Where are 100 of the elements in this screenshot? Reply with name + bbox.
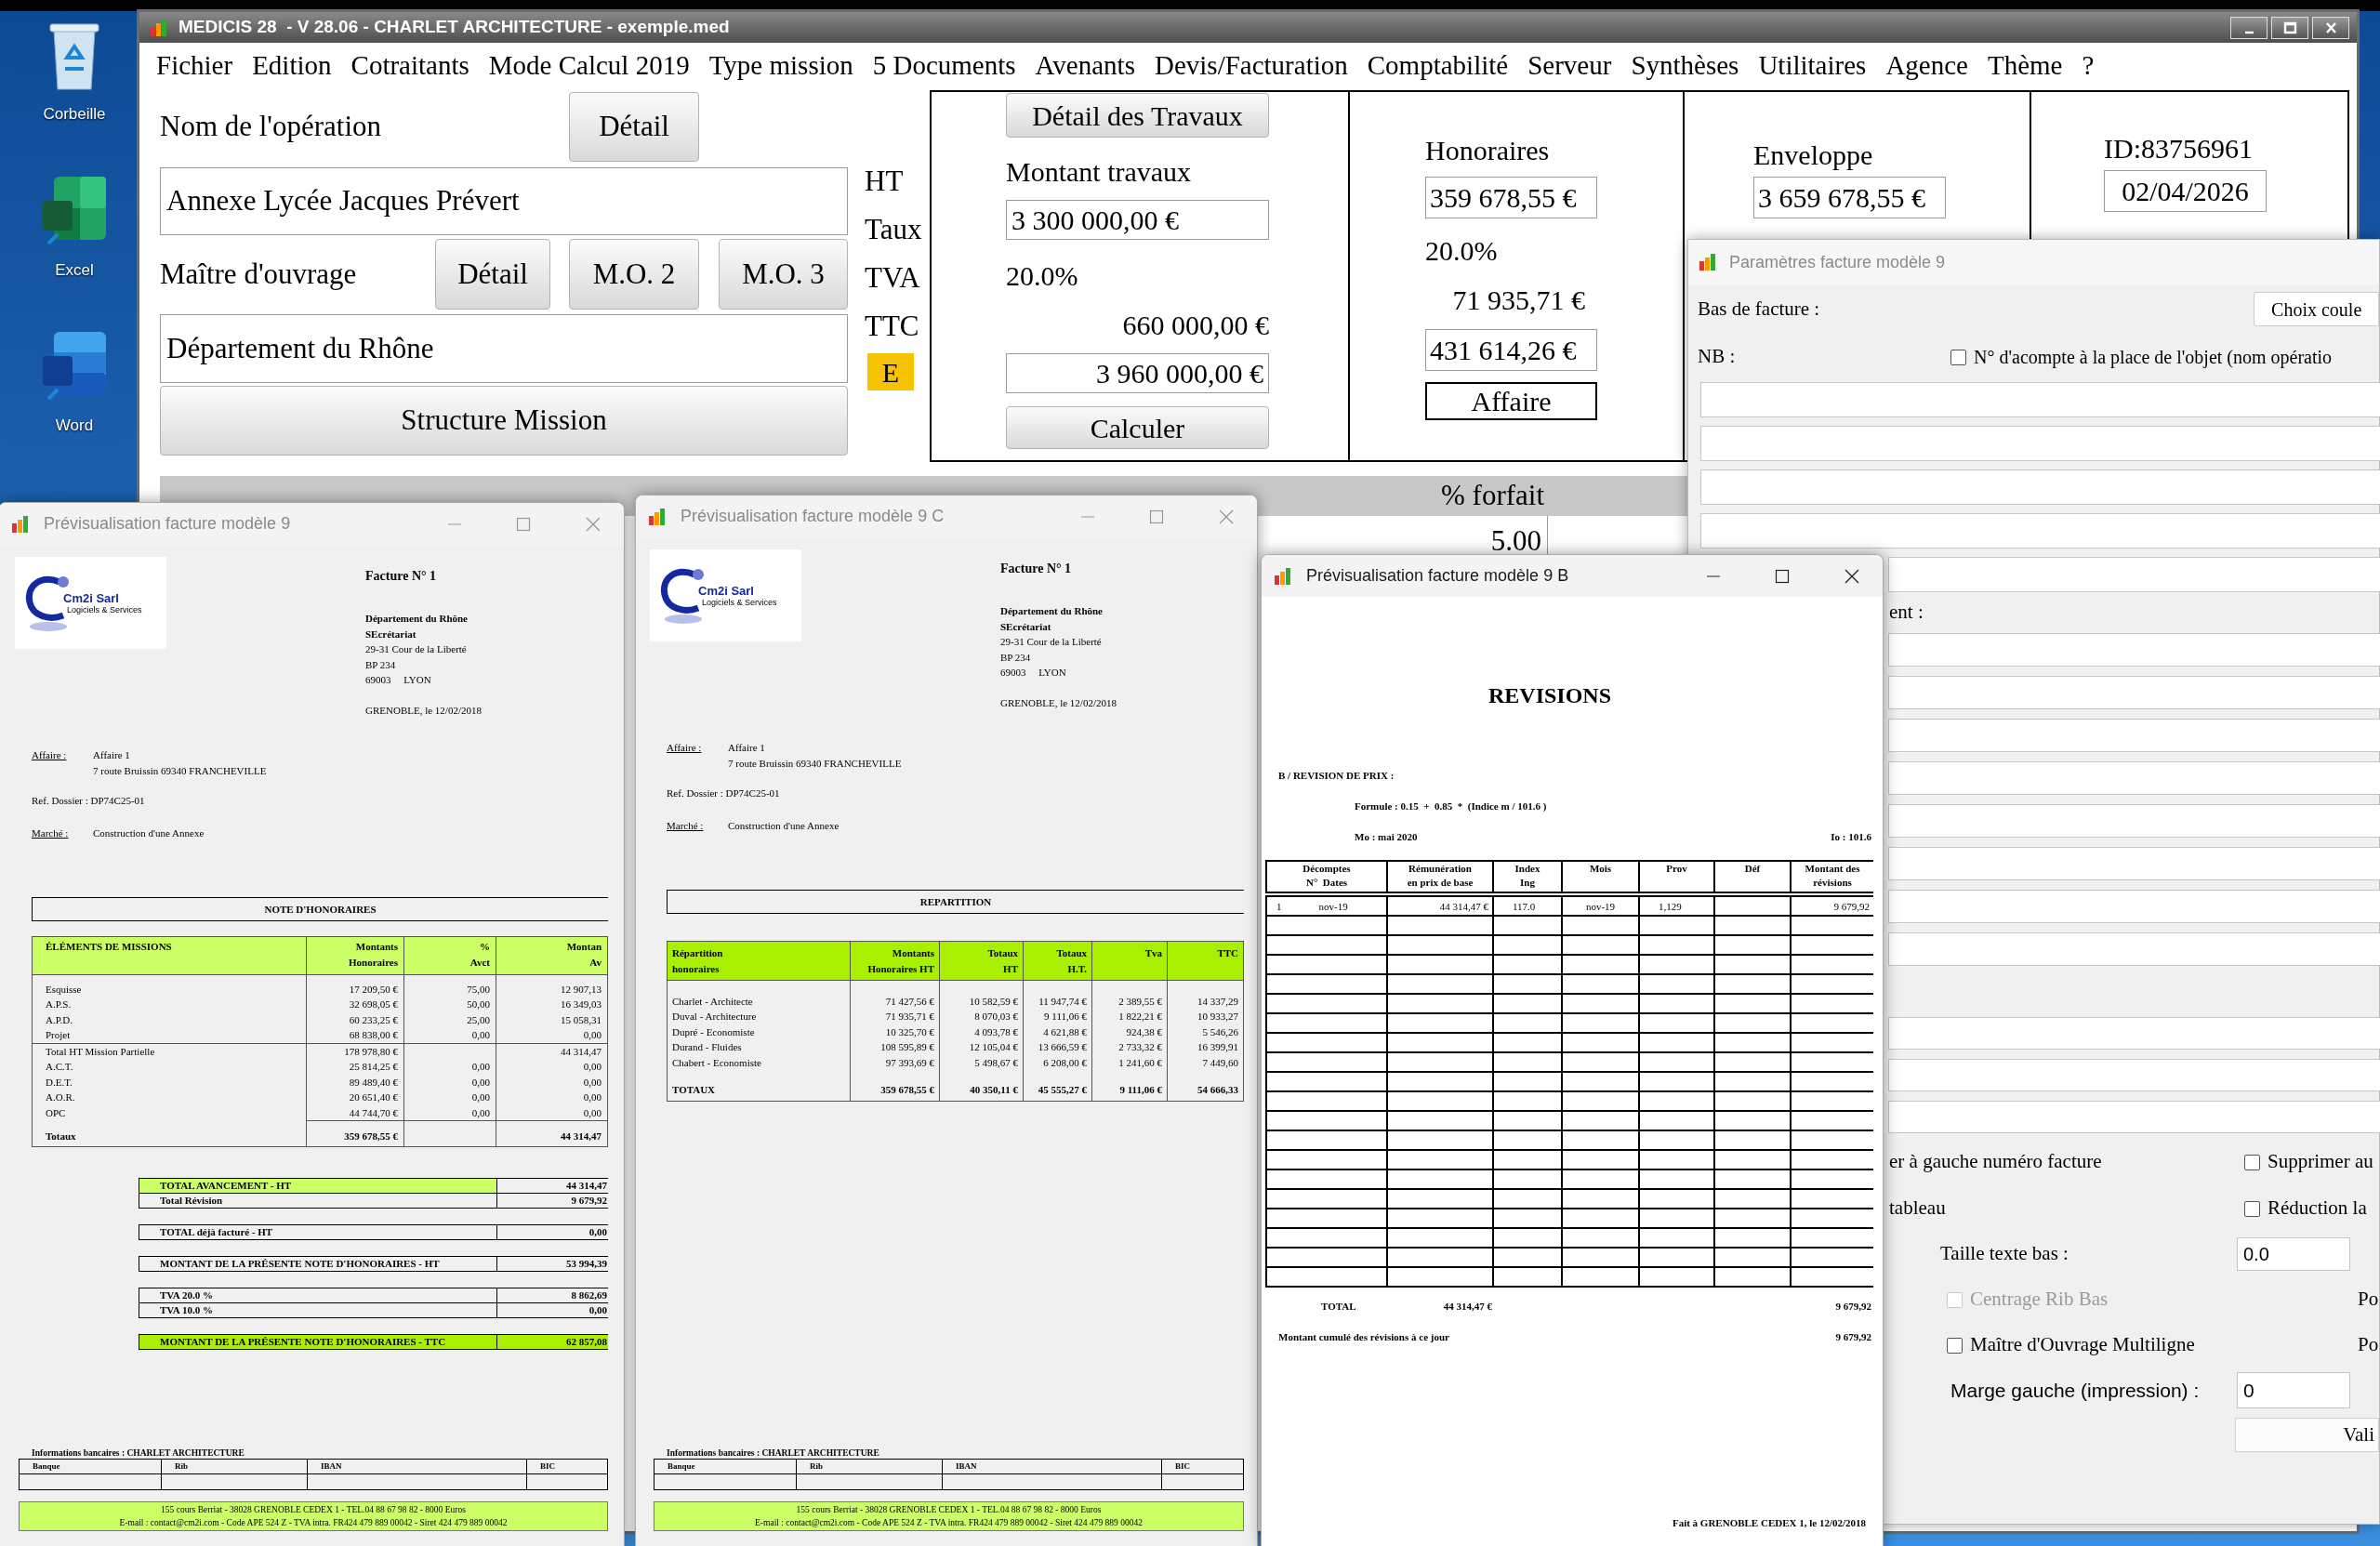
text-field[interactable] [1888, 676, 2380, 709]
table-cell: 54 666,33 [1167, 1070, 1244, 1101]
text-field[interactable]: Département du Rhône [160, 314, 848, 383]
text-field[interactable] [1700, 426, 2380, 461]
owner-button[interactable]: M.O. 3 [719, 239, 848, 310]
table-cell: 44 314,47 [496, 1043, 608, 1059]
table-cell: 4 093,78 € [939, 1024, 1024, 1039]
calculate-button[interactable]: Calculer [1006, 406, 1269, 449]
section-title: REPARTITION [667, 890, 1244, 914]
menu-item[interactable]: Type mission [708, 46, 853, 86]
summary-value: 8 862,69 [497, 1288, 608, 1303]
logo-tagline: Logiciels & Services [702, 597, 777, 608]
text-field[interactable] [1700, 469, 2380, 505]
amount-field[interactable]: 431 614,26 € [1425, 329, 1597, 371]
text-field[interactable] [1700, 513, 2380, 548]
menu-item[interactable]: Utilitaires [1758, 46, 1867, 86]
icon-label[interactable]: Corbeille [43, 102, 106, 126]
rate-text: 20.0% [1425, 234, 1499, 263]
text-field[interactable] [1700, 382, 2380, 417]
checkbox[interactable] [2244, 1200, 2260, 1217]
summary-value: 44 314,47 [497, 1179, 608, 1194]
close-button[interactable] [2312, 16, 2349, 39]
column-header: IBAN [943, 1460, 1162, 1474]
menu-item[interactable]: Agence [1885, 46, 1968, 86]
text-field[interactable]: Annexe Lycée Jacques Prévert [160, 167, 848, 235]
menu-item[interactable]: Serveur [1527, 46, 1612, 86]
column-header: Montant des révisions [1791, 861, 1873, 892]
structure-button[interactable]: Structure Mission [160, 386, 848, 456]
menu-item[interactable]: Thème [1987, 46, 2063, 86]
works-detail-button[interactable]: Détail des Travaux [1006, 93, 1269, 138]
summary-value: 53 994,39 [497, 1257, 608, 1272]
table-cell: 8 070,03 € [939, 1009, 1024, 1024]
validate-button[interactable]: Vali [2235, 1418, 2379, 1452]
checkbox[interactable] [2244, 1154, 2260, 1170]
text-field[interactable] [1888, 847, 2380, 880]
table-cell: 12 105,04 € [939, 1039, 1024, 1055]
text-field[interactable] [1888, 633, 2380, 667]
input-field[interactable]: 0 [2237, 1372, 2350, 1408]
total-value: 9 679,92 [1834, 1300, 1871, 1314]
close-icon[interactable] [1844, 567, 1860, 585]
field-value: 7 route Bruissin 69340 FRANCHEVILLE [728, 756, 903, 771]
maximize-button[interactable] [2271, 16, 2308, 39]
amount-field[interactable]: 3 659 678,55 € [1753, 177, 1946, 218]
column-header: Banque [20, 1460, 162, 1474]
menu-item[interactable]: Avenants [1035, 46, 1135, 86]
amount-field[interactable]: 359 678,55 € [1425, 177, 1597, 218]
summary-value: 0,00 [497, 1303, 608, 1318]
text-field[interactable] [1888, 557, 2380, 592]
address-line: 69003 LYON [1000, 666, 1067, 680]
checkbox[interactable] [1947, 1337, 1963, 1354]
affaire-button[interactable]: Affaire [1425, 382, 1597, 420]
recycle-bin-icon[interactable] [46, 20, 102, 93]
text-field[interactable] [1888, 804, 2380, 838]
text-field[interactable] [1888, 932, 2380, 966]
menu-item[interactable]: Edition [252, 46, 332, 86]
field-value: Construction d'une Annexe [728, 818, 840, 833]
table-cell: 60 233,25 € [306, 1011, 404, 1027]
menu-item[interactable]: ? [2082, 46, 2095, 86]
app-icon [149, 17, 169, 38]
app-icon [1273, 565, 1293, 587]
footer-line: 155 cours Berriat - 38028 GRENOBLE CEDEX 1 - TEL.04 88 67 98 82 - 8000 Euros [161, 1504, 466, 1516]
table-cell: 0,00 [403, 1104, 496, 1121]
color-button[interactable]: Choix coule [2254, 292, 2379, 326]
date-field[interactable]: 02/04/2026 [2104, 170, 2267, 212]
table-cell: 50,00 [403, 997, 496, 1012]
maximize-icon[interactable] [1775, 568, 1790, 584]
text-field[interactable] [1888, 1101, 2380, 1133]
menu-item[interactable]: Fichier [156, 46, 233, 86]
text-field[interactable] [1888, 1059, 2380, 1091]
table-cell: 68 838,00 € [306, 1027, 404, 1043]
table-cell: A.O.R. [32, 1090, 307, 1105]
tax-label: HT [865, 163, 905, 199]
text-field[interactable] [1888, 719, 2380, 752]
detail-button[interactable]: Détail [569, 91, 699, 162]
table-cell: Total HT Mission Partielle [32, 1043, 307, 1059]
text-field[interactable] [1888, 1017, 2380, 1050]
checkbox[interactable] [1950, 349, 1966, 365]
menu-item[interactable]: Cotraitants [350, 46, 469, 86]
icon-label[interactable]: Word [55, 414, 94, 438]
option-label: Centrage Rib Bas [1970, 1287, 2109, 1313]
menu-item[interactable]: Mode Calcul 2019 [488, 46, 690, 86]
amount-field[interactable]: 3 300 000,00 € [1006, 200, 1269, 240]
table-cell: 2 389,55 € [1091, 993, 1168, 1009]
maximize-icon[interactable] [2281, 20, 2298, 35]
summary-label: TVA 10.0 % [139, 1303, 497, 1318]
amount-field[interactable]: 3 960 000,00 € [1006, 353, 1269, 393]
text-field[interactable] [1888, 890, 2380, 923]
menu-item[interactable]: Devis/Facturation [1154, 46, 1348, 86]
menu-item[interactable]: Synthèses [1631, 46, 1739, 86]
menu-item[interactable]: Comptabilité [1367, 46, 1509, 86]
input-field[interactable]: 0.0 [2237, 1237, 2350, 1271]
base-month-text: Mo : mai 2020 [1355, 830, 1418, 844]
owner-button[interactable]: Détail [435, 239, 550, 310]
table-cell: 20 651,40 € [306, 1090, 404, 1105]
table-cell: 7 449,60 [1167, 1054, 1244, 1070]
minimize-button[interactable] [2230, 16, 2268, 39]
text-field[interactable] [1888, 761, 2380, 795]
menu-item[interactable]: 5 Documents [872, 46, 1016, 86]
owner-button[interactable]: M.O. 2 [569, 239, 699, 310]
icon-label[interactable]: Excel [55, 258, 94, 282]
